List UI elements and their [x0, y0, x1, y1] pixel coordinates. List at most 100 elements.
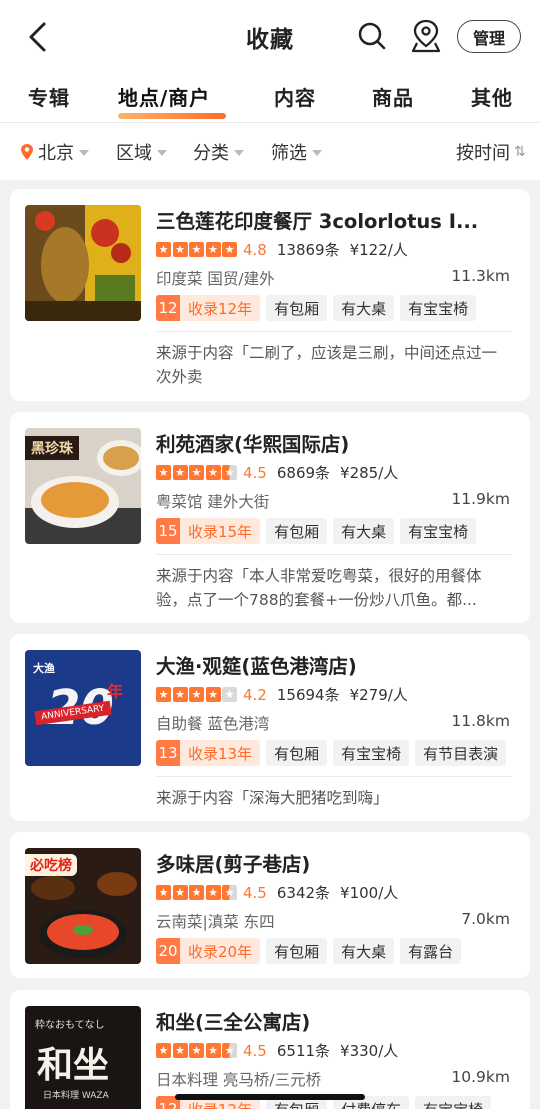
star-icon: ★: [156, 1043, 171, 1058]
filter-label: 筛选: [271, 143, 307, 164]
back-arrow-icon[interactable]: [24, 20, 54, 54]
header: 收藏 管理: [0, 0, 540, 72]
star-icon: ★: [205, 687, 221, 702]
star-icon: ★: [172, 687, 188, 702]
empty-star-icon: ★: [222, 687, 237, 702]
feature-tag: 有露台: [400, 938, 462, 964]
divider: [156, 554, 512, 555]
restaurant-photo: 黑珍珠: [25, 428, 141, 544]
tab-others[interactable]: 其他: [471, 82, 513, 111]
tab-places-merchants[interactable]: 地点/商户: [118, 82, 210, 111]
star-rating: ★ ★ ★ ★ ★: [156, 1043, 237, 1058]
city-label: 北京: [38, 143, 74, 164]
category-filter[interactable]: 分类: [193, 139, 244, 165]
city-filter[interactable]: 北京: [20, 139, 89, 165]
tab-products[interactable]: 商品: [372, 82, 414, 111]
rating-score: 4.2: [243, 685, 267, 704]
distance: 10.9km: [451, 1068, 510, 1086]
distance: 11.8km: [451, 712, 510, 730]
feature-tag: 有包厢: [266, 740, 328, 766]
favorite-card[interactable]: 三色莲花印度餐厅 3colorlotus I... ★ ★ ★ ★ ★ 4.8 …: [10, 189, 530, 401]
thumb-year-suffix: 年: [107, 682, 124, 701]
half-star-icon: ★: [222, 465, 237, 480]
star-icon: ★: [205, 465, 221, 480]
star-icon: ★: [156, 885, 171, 900]
source-content-text[interactable]: 来源于内容「本人非常爱吃粤菜，很好的用餐体验，点了一个788的套餐+一份炒八爪鱼…: [156, 564, 508, 612]
star-icon: ★: [189, 1043, 204, 1058]
rating-score: 4.5: [243, 463, 267, 482]
search-icon[interactable]: [356, 20, 388, 52]
thumb-subtitle: 日本料理 WAZA: [43, 1091, 109, 1101]
review-count: 6342条: [276, 884, 331, 902]
source-content-text[interactable]: 来源于内容「深海大肥猪吃到嗨」: [156, 786, 508, 810]
price-per-person: ¥122/人: [349, 241, 408, 259]
tab-bar: 专辑 地点/商户 内容 商品 其他: [0, 72, 540, 122]
sort-control[interactable]: 按时间 ⇅: [456, 139, 526, 165]
listed-years-text: 收录13年: [180, 740, 261, 766]
listed-years-text: 收录20年: [180, 938, 261, 964]
source-content-text[interactable]: 来源于内容「二刷了，应该是三刷，中间还点过一次外卖: [156, 341, 508, 389]
filter-bar: 北京 区域 分类 筛选 按时间 ⇅: [0, 122, 540, 180]
divider: [156, 331, 512, 332]
favorite-card[interactable]: 必吃榜 多味居(剪子巷店) ★ ★ ★ ★ ★ 4.5 6342条 ¥100/人…: [10, 832, 530, 978]
tab-content[interactable]: 内容: [274, 82, 316, 111]
rating-score: 4.5: [243, 1041, 267, 1060]
distance: 11.9km: [451, 490, 510, 508]
star-icon: ★: [205, 1043, 221, 1058]
review-count: 15694条: [276, 686, 340, 704]
restaurant-photo: 粋なおもてなし 和坐 日本料理 WAZA: [25, 1006, 141, 1109]
favorite-card[interactable]: 大渔 20 年 ANNIVERSARY 大渔·观筵(蓝色港湾店) ★ ★ ★ ★…: [10, 634, 530, 821]
listed-years-text: 收录15年: [180, 518, 261, 544]
star-icon: ★: [189, 687, 204, 702]
home-indicator[interactable]: [175, 1094, 365, 1100]
tags-row: 13 收录13年 有包厢 有宝宝椅 有节目表演: [156, 740, 507, 766]
feature-tag: 有节目表演: [415, 740, 507, 766]
restaurant-name: 和坐(三全公寓店): [156, 1011, 311, 1034]
favorite-card[interactable]: 粋なおもてなし 和坐 日本料理 WAZA 和坐(三全公寓店) ★ ★ ★ ★ ★…: [10, 990, 530, 1109]
chevron-down-icon: [157, 150, 167, 156]
feature-tag: 有包厢: [266, 295, 328, 321]
price-per-person: ¥100/人: [340, 884, 399, 902]
rating-row: ★ ★ ★ ★ ★ 4.2 15694条 ¥279/人: [156, 684, 408, 705]
distance: 7.0km: [461, 910, 510, 928]
listed-years-badge: 12 收录12年: [156, 295, 261, 321]
category-location: 云南菜|滇菜 东四: [156, 913, 275, 931]
price-per-person: ¥330/人: [340, 1042, 399, 1060]
tab-albums[interactable]: 专辑: [28, 82, 70, 111]
top-bar: 收藏 管理 专辑 地点/商户 内容 商品 其他 北京 区域 分类 筛选 按时间 …: [0, 0, 540, 180]
review-count: 6869条: [276, 464, 331, 482]
sort-icon: ⇅: [514, 144, 526, 160]
star-rating: ★ ★ ★ ★ ★: [156, 687, 237, 702]
rating-row: ★ ★ ★ ★ ★ 4.5 6511条 ¥330/人: [156, 1040, 398, 1061]
thumb-tagline: 粋なおもてなし: [35, 1020, 105, 1031]
restaurant-name: 利苑酒家(华熙国际店): [156, 433, 350, 456]
rating-row: ★ ★ ★ ★ ★ 4.5 6869条 ¥285/人: [156, 462, 398, 483]
star-rating: ★ ★ ★ ★ ★: [156, 885, 237, 900]
thumb-logo-text: 和坐: [37, 1044, 110, 1086]
area-filter[interactable]: 区域: [116, 139, 167, 165]
rating-row: ★ ★ ★ ★ ★ 4.8 13869条 ¥122/人: [156, 239, 408, 260]
rating-score: 4.5: [243, 883, 267, 902]
area-label: 区域: [116, 143, 152, 164]
feature-tag: 有包厢: [266, 518, 328, 544]
more-filter[interactable]: 筛选: [271, 139, 322, 165]
chevron-down-icon: [312, 150, 322, 156]
must-eat-badge: 必吃榜: [25, 854, 77, 876]
thumb-brand: 大渔: [33, 662, 55, 675]
map-pin-icon[interactable]: [410, 18, 442, 54]
price-per-person: ¥279/人: [349, 686, 408, 704]
manage-button[interactable]: 管理: [457, 20, 521, 53]
tags-row: 20 收录20年 有包厢 有大桌 有露台: [156, 938, 462, 964]
feature-tag: 有大桌: [333, 295, 395, 321]
favorite-card[interactable]: 黑珍珠 利苑酒家(华熙国际店) ★ ★ ★ ★ ★ 4.5 6869条 ¥285…: [10, 412, 530, 623]
feature-tag: 有大桌: [333, 518, 395, 544]
star-icon: ★: [172, 242, 188, 257]
half-star-icon: ★: [222, 885, 237, 900]
location-pin-icon: [21, 144, 33, 160]
distance: 11.3km: [451, 267, 510, 285]
chevron-down-icon: [234, 150, 244, 156]
star-icon: ★: [189, 885, 204, 900]
restaurant-name: 大渔·观筵(蓝色港湾店): [156, 655, 357, 678]
star-icon: ★: [172, 885, 188, 900]
feature-tag: 有宝宝椅: [400, 518, 477, 544]
